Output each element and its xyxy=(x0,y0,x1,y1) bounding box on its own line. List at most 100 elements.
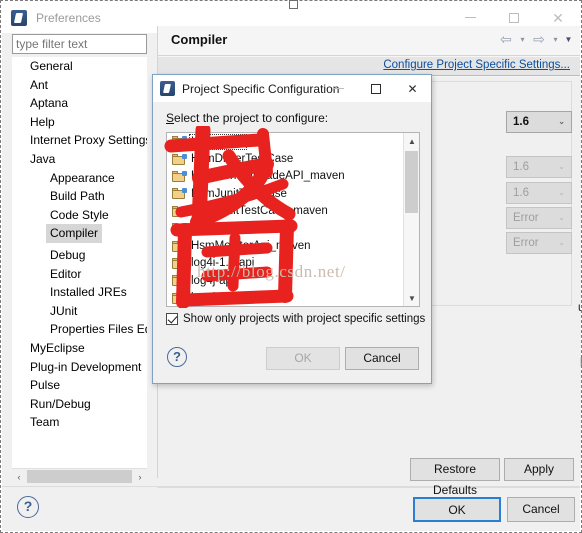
scrollbar-thumb[interactable] xyxy=(405,151,418,213)
tree-horizontal-scrollbar[interactable]: ‹ › xyxy=(12,468,147,484)
list-item[interactable]: log4i-1.2-api xyxy=(167,255,419,272)
chevron-down-icon: ⌄ xyxy=(558,213,565,222)
folder-icon xyxy=(172,274,187,287)
list-item[interactable]: HsmGeneralTradeAPI_maven xyxy=(167,168,419,185)
back-history-caret-icon[interactable]: ▾ xyxy=(517,30,528,48)
list-item[interactable]: HsmDriverTestCase xyxy=(167,150,419,167)
show-only-projects-checkbox-row[interactable]: Show only projects with project specific… xyxy=(166,313,425,325)
sidebar-item-properties-files-edito[interactable]: Properties Files Edito xyxy=(12,320,147,339)
sidebar-item-build-path[interactable]: Build Path xyxy=(12,187,147,206)
list-item[interactable]: HsmJunitTestCase_maven xyxy=(167,203,419,220)
dialog-maximize-button[interactable] xyxy=(357,75,394,102)
source-compatibility-value: 1.6 xyxy=(513,161,529,173)
cancel-button[interactable]: Cancel xyxy=(507,497,575,522)
project-name: HsmMonitorApi_maven xyxy=(191,240,311,253)
dialog-help-icon[interactable]: ? xyxy=(167,347,187,367)
sidebar-item-junit[interactable]: JUnit xyxy=(12,302,147,321)
apply-button[interactable]: Apply xyxy=(504,458,574,481)
list-item[interactable]: HsmMonitorApi_maven xyxy=(167,237,419,254)
page-title: Compiler xyxy=(171,32,228,47)
enum-identifier-combo[interactable]: Error ⌄ xyxy=(506,232,572,254)
list-item[interactable]: HsmJunitTestCase xyxy=(167,185,419,202)
show-only-projects-label: Show only projects with project specific… xyxy=(183,313,426,325)
folder-icon xyxy=(172,205,187,218)
folder-icon xyxy=(172,222,187,235)
sidebar-item-installed-jres[interactable]: Installed JREs xyxy=(12,283,147,302)
dialog-title: Project Specific Configuration xyxy=(182,81,340,96)
marquee-handle[interactable] xyxy=(289,0,298,9)
assert-identifier-combo[interactable]: Error ⌄ xyxy=(506,207,572,229)
project-name: HsmDriverTestCase xyxy=(191,153,294,166)
chevron-down-icon: ⌄ xyxy=(558,162,565,171)
dialog-window-controls: ✕ xyxy=(320,75,431,102)
sidebar-item-appearance[interactable]: Appearance xyxy=(12,169,147,188)
project-name: log4j-api xyxy=(191,274,235,287)
sidebar-item-compiler[interactable]: Compiler xyxy=(46,224,103,243)
arrow-left-icon[interactable]: ⇦ xyxy=(497,30,515,48)
dialog-minimize-button[interactable] xyxy=(320,75,357,102)
folder-icon xyxy=(172,240,187,253)
sidebar-item-ant[interactable]: Ant xyxy=(12,76,147,95)
folder-icon xyxy=(172,257,187,270)
sidebar-item-internet-proxy-settings[interactable]: Internet Proxy Settings xyxy=(12,131,147,150)
restore-defaults-button[interactable]: Restore Defaults xyxy=(410,458,500,497)
dialog-cancel-button[interactable]: Cancel xyxy=(345,347,419,370)
folder-icon xyxy=(172,187,187,200)
sidebar-item-help[interactable]: Help xyxy=(12,113,147,132)
dialog-titlebar: Project Specific Configuration ✕ xyxy=(153,75,431,102)
arrow-right-icon[interactable]: ⇨ xyxy=(530,30,548,48)
dialog-ok-button[interactable]: OK xyxy=(266,347,340,370)
list-item[interactable]: log4j-api xyxy=(167,272,419,289)
sidebar-item-pulse[interactable]: Pulse xyxy=(12,376,147,395)
debug-option-label-2: used by the debugger) xyxy=(578,302,582,314)
scrollbar-thumb[interactable] xyxy=(27,470,132,483)
panel-footer-divider xyxy=(157,487,580,488)
configure-project-specific-settings-link[interactable]: Configure Project Specific Settings... xyxy=(383,59,570,71)
source-compatibility-combo[interactable]: 1.6 ⌄ xyxy=(506,156,572,178)
folder-icon xyxy=(172,170,187,183)
project-name: HsmMonitor xyxy=(191,222,253,235)
scroll-up-icon[interactable]: ▲ xyxy=(404,133,419,149)
sidebar-item-aptana[interactable]: Aptana xyxy=(12,94,147,113)
sidebar-item-debug[interactable]: Debug xyxy=(12,246,147,265)
sidebar-item-myeclipse[interactable]: MyEclipse xyxy=(12,339,147,358)
project-list-scrollbar[interactable]: ▲ ▼ xyxy=(403,133,419,306)
dialog-close-button[interactable]: ✕ xyxy=(394,75,431,102)
forward-history-caret-icon[interactable]: ▾ xyxy=(550,30,561,48)
view-menu-caret-icon[interactable]: ▼ xyxy=(563,30,574,48)
sidebar-item-plug-in-development[interactable]: Plug-in Development xyxy=(12,358,147,377)
list-item[interactable]: HsmDriver xyxy=(167,133,419,150)
eclipse-icon xyxy=(11,9,27,26)
scroll-right-icon[interactable]: › xyxy=(133,469,147,484)
list-item[interactable]: log4j-core xyxy=(167,290,419,306)
compliance-level-combo[interactable]: 1.6 ⌄ xyxy=(506,111,572,133)
preferences-tree[interactable]: General Ant Aptana Help Internet Proxy Setti… xyxy=(12,57,147,482)
sidebar-item-code-style[interactable]: Code Style xyxy=(12,206,147,225)
sidebar-item-run-debug[interactable]: Run/Debug xyxy=(12,395,147,414)
help-icon[interactable]: ? xyxy=(17,496,39,518)
window-title: Preferences xyxy=(36,10,101,25)
ok-button[interactable]: OK xyxy=(413,497,501,522)
project-list[interactable]: HsmDriver HsmDriverTestCase HsmGeneralTrad… xyxy=(166,132,420,307)
enum-identifier-value: Error xyxy=(513,237,539,249)
list-item[interactable]: HsmMonitor xyxy=(167,220,419,237)
sidebar-item-team[interactable]: Team xyxy=(12,413,147,432)
project-name: HsmJunitTestCase_maven xyxy=(191,205,328,218)
dialog-instruction-label: Select the project to configure: xyxy=(166,111,328,125)
dialog-instruction-mnemonic: S xyxy=(166,111,175,125)
navigation-toolbar[interactable]: ⇦ ▾ ⇨ ▾ ▼ xyxy=(497,30,574,48)
folder-icon xyxy=(172,135,187,148)
scroll-left-icon[interactable]: ‹ xyxy=(12,469,26,484)
sidebar-item-java[interactable]: Java xyxy=(12,150,147,169)
class-compatibility-combo[interactable]: 1.6 ⌄ xyxy=(506,182,572,204)
sidebar-item-editor[interactable]: Editor xyxy=(12,265,147,284)
assert-identifier-value: Error xyxy=(513,212,539,224)
scroll-down-icon[interactable]: ▼ xyxy=(404,290,419,306)
project-specific-configuration-dialog: Project Specific Configuration ✕ Select … xyxy=(152,74,432,384)
project-name: HsmGeneralTradeAPI_maven xyxy=(191,170,345,183)
project-name: log4i-1.2-api xyxy=(191,257,255,270)
sidebar-item-general[interactable]: General xyxy=(12,57,147,76)
eclipse-icon xyxy=(160,81,175,96)
filter-input[interactable] xyxy=(12,34,147,54)
show-only-projects-checkbox[interactable] xyxy=(166,313,178,325)
